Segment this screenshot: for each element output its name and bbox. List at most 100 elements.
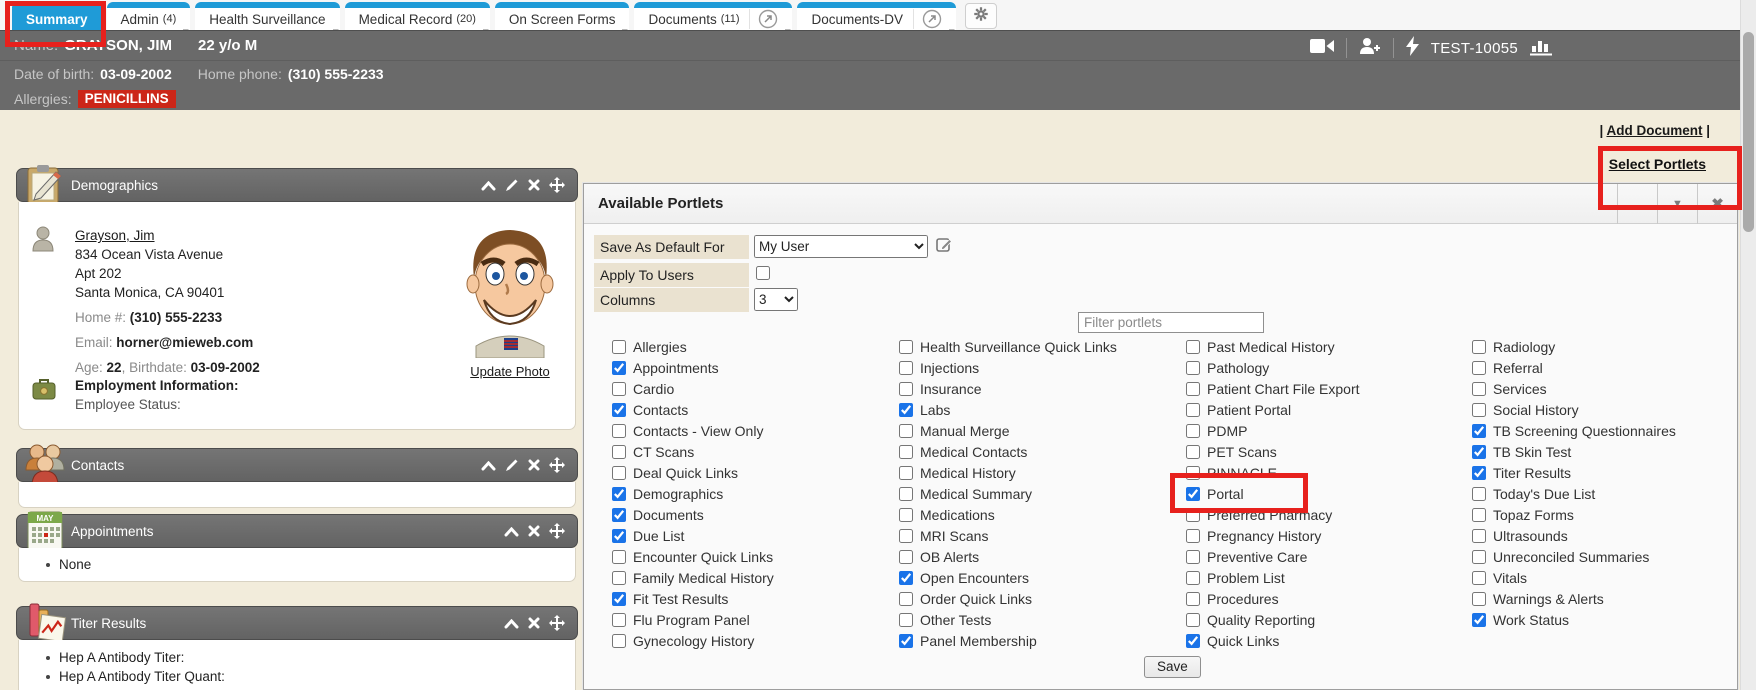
portlet-checkbox[interactable] xyxy=(612,340,626,354)
tab-medical-record[interactable]: Medical Record(20) xyxy=(345,2,490,30)
external-link-icon[interactable] xyxy=(749,9,778,29)
portlet-checkbox-item[interactable]: Injections xyxy=(899,357,1181,378)
collapse-portlet-icon[interactable] xyxy=(504,617,519,632)
portlet-checkbox[interactable] xyxy=(612,508,626,522)
close-portlet-icon[interactable] xyxy=(528,179,540,194)
portlet-checkbox[interactable] xyxy=(1186,529,1200,543)
portlet-checkbox-item[interactable]: Gynecology History xyxy=(612,630,894,651)
move-portlet-icon[interactable] xyxy=(549,457,565,476)
save-as-default-select[interactable]: My User xyxy=(754,235,928,258)
portlet-checkbox[interactable] xyxy=(1472,529,1486,543)
portlet-checkbox-item[interactable]: CT Scans xyxy=(612,441,894,462)
portlet-checkbox[interactable] xyxy=(899,550,913,564)
portlet-checkbox[interactable] xyxy=(899,613,913,627)
portlet-checkbox[interactable] xyxy=(899,634,913,648)
portlet-checkbox-item[interactable]: Problem List xyxy=(1186,567,1468,588)
portlet-checkbox-item[interactable]: PINNACLE xyxy=(1186,462,1468,483)
portlet-checkbox[interactable] xyxy=(612,445,626,459)
portlet-checkbox-item[interactable]: Documents xyxy=(612,504,894,525)
dialog-close-icon[interactable]: ✖ xyxy=(1697,184,1737,224)
edit-portlet-icon[interactable] xyxy=(505,458,519,475)
portlet-checkbox[interactable] xyxy=(612,466,626,480)
portlet-checkbox[interactable] xyxy=(612,361,626,375)
portlet-checkbox[interactable] xyxy=(1472,592,1486,606)
apply-to-users-checkbox[interactable] xyxy=(756,266,770,280)
tab-settings-button[interactable] xyxy=(965,3,997,29)
portlet-checkbox[interactable] xyxy=(1472,361,1486,375)
scrollbar-thumb[interactable] xyxy=(1743,32,1754,232)
lightning-icon[interactable] xyxy=(1406,36,1419,60)
portlet-checkbox-item[interactable]: Allergies xyxy=(612,336,894,357)
portlet-contacts-header[interactable]: Contacts xyxy=(16,448,578,482)
portlet-checkbox-item[interactable]: Warnings & Alerts xyxy=(1472,588,1740,609)
tab-on-screen-forms[interactable]: On Screen Forms xyxy=(495,2,630,30)
portlet-checkbox[interactable] xyxy=(899,424,913,438)
portlet-checkbox[interactable] xyxy=(612,571,626,585)
update-photo-link[interactable]: Update Photo xyxy=(470,364,550,379)
bar-chart-icon[interactable] xyxy=(1530,37,1552,60)
move-portlet-icon[interactable] xyxy=(549,523,565,542)
tab-health-surveillance[interactable]: Health Surveillance xyxy=(195,2,339,30)
portlet-checkbox[interactable] xyxy=(899,445,913,459)
portlet-checkbox-item[interactable]: Other Tests xyxy=(899,609,1181,630)
portlet-checkbox[interactable] xyxy=(1472,508,1486,522)
portlet-checkbox-item[interactable]: Today's Due List xyxy=(1472,483,1740,504)
portlet-checkbox-item[interactable]: Fit Test Results xyxy=(612,588,894,609)
portlet-checkbox[interactable] xyxy=(1472,424,1486,438)
portlet-checkbox-item[interactable]: Preferred Pharmacy xyxy=(1186,504,1468,525)
portlet-checkbox-item[interactable]: Patient Chart File Export xyxy=(1186,378,1468,399)
portlet-demographics-header[interactable]: Demographics xyxy=(16,168,578,202)
portlet-checkbox-item[interactable]: Medical Contacts xyxy=(899,441,1181,462)
portlet-checkbox[interactable] xyxy=(899,466,913,480)
portlet-checkbox[interactable] xyxy=(612,592,626,606)
portlet-checkbox[interactable] xyxy=(1186,424,1200,438)
tab-documents-dv[interactable]: Documents-DV xyxy=(797,2,956,30)
portlet-checkbox[interactable] xyxy=(1472,466,1486,480)
portlet-checkbox-item[interactable]: Appointments xyxy=(612,357,894,378)
portlet-checkbox[interactable] xyxy=(612,634,626,648)
portlet-checkbox[interactable] xyxy=(1186,403,1200,417)
portlet-appointments-header[interactable]: MAY Appointments xyxy=(16,514,578,548)
portlet-checkbox[interactable] xyxy=(1186,634,1200,648)
collapse-portlet-icon[interactable] xyxy=(481,459,496,474)
portlet-checkbox[interactable] xyxy=(1186,613,1200,627)
portlet-checkbox-item[interactable]: Medications xyxy=(899,504,1181,525)
tab-documents[interactable]: Documents(11) xyxy=(634,2,792,30)
portlet-checkbox[interactable] xyxy=(1186,487,1200,501)
portlet-checkbox-item[interactable]: TB Skin Test xyxy=(1472,441,1740,462)
portlet-checkbox[interactable] xyxy=(1186,592,1200,606)
portlet-checkbox-item[interactable]: PDMP xyxy=(1186,420,1468,441)
portlet-checkbox-item[interactable]: Ultrasounds xyxy=(1472,525,1740,546)
portlet-checkbox[interactable] xyxy=(1472,445,1486,459)
portlet-checkbox[interactable] xyxy=(1186,382,1200,396)
external-link-icon[interactable] xyxy=(913,9,942,29)
close-portlet-icon[interactable] xyxy=(528,617,540,632)
portlet-checkbox[interactable] xyxy=(899,361,913,375)
collapse-portlet-icon[interactable] xyxy=(481,179,496,194)
portlet-checkbox[interactable] xyxy=(1472,550,1486,564)
portlet-checkbox-item[interactable]: Panel Membership xyxy=(899,630,1181,651)
portlet-checkbox-item[interactable]: Quality Reporting xyxy=(1186,609,1468,630)
portlet-checkbox-item[interactable]: Contacts - View Only xyxy=(612,420,894,441)
tab-admin[interactable]: Admin(4) xyxy=(107,2,191,30)
portlet-checkbox[interactable] xyxy=(1472,403,1486,417)
portlet-checkbox[interactable] xyxy=(1186,445,1200,459)
move-portlet-icon[interactable] xyxy=(549,177,565,196)
dialog-title-bar[interactable]: Available Portlets ▼ ✖ xyxy=(584,184,1737,224)
portlet-checkbox-item[interactable]: Preventive Care xyxy=(1186,546,1468,567)
portlet-checkbox[interactable] xyxy=(1186,571,1200,585)
vertical-scrollbar[interactable] xyxy=(1740,0,1756,690)
portlet-checkbox-item[interactable]: Social History xyxy=(1472,399,1740,420)
portlet-checkbox-item[interactable]: Patient Portal xyxy=(1186,399,1468,420)
portlet-checkbox[interactable] xyxy=(612,613,626,627)
portlet-checkbox-item[interactable]: Services xyxy=(1472,378,1740,399)
portlet-checkbox-item[interactable]: Open Encounters xyxy=(899,567,1181,588)
portlet-checkbox-item[interactable]: Manual Merge xyxy=(899,420,1181,441)
video-camera-icon[interactable] xyxy=(1310,38,1334,58)
portlet-checkbox[interactable] xyxy=(1472,487,1486,501)
edit-portlet-icon[interactable] xyxy=(505,178,519,195)
portlet-checkbox-item[interactable]: Medical Summary xyxy=(899,483,1181,504)
portlet-checkbox[interactable] xyxy=(899,529,913,543)
portlet-checkbox[interactable] xyxy=(1472,340,1486,354)
portlet-checkbox-item[interactable]: Flu Program Panel xyxy=(612,609,894,630)
